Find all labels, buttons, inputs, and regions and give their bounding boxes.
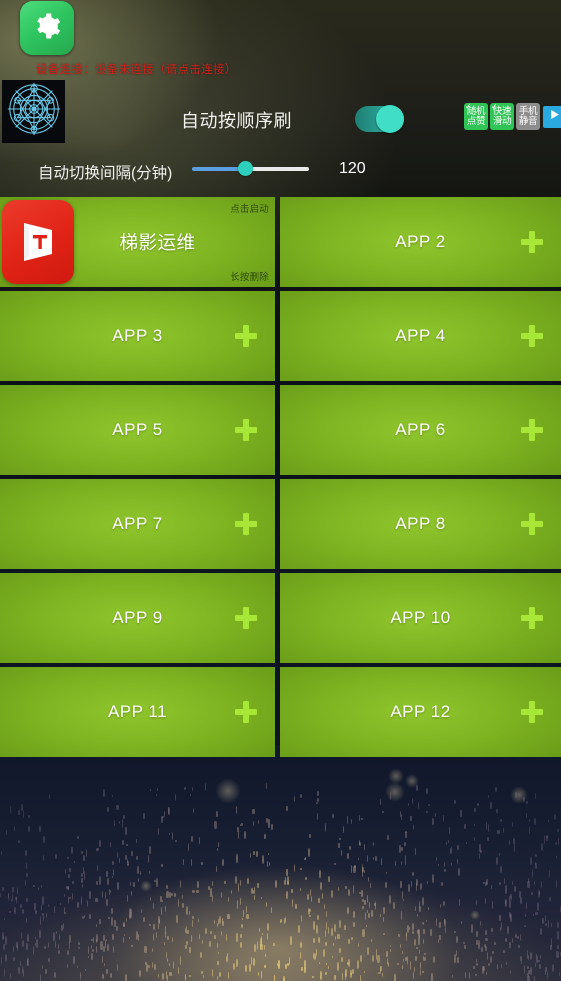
app-card[interactable]: APP 12 — [280, 667, 561, 757]
app-card-label: APP 7 — [112, 514, 163, 533]
play-button[interactable] — [543, 105, 561, 128]
app-card-label: APP 6 — [395, 420, 446, 439]
app-card[interactable]: APP 6 — [280, 385, 561, 475]
badge-line2: 静音 — [518, 115, 538, 127]
app-card-label: APP 3 — [112, 326, 163, 345]
app-grid: 点击启动 长按删除 梯影运维 APP 2 APP 3 APP 4 APP 5 APP 6 APP… — [0, 197, 561, 757]
gear-icon — [32, 11, 62, 46]
auto-sequence-title: 自动按顺序刷 — [181, 111, 292, 131]
interval-slider-row: 自动切换间隔(分钟) 120 — [0, 155, 561, 187]
app-card-label: APP 2 — [395, 232, 446, 251]
check-icon: ✓ — [491, 103, 498, 111]
app-card-label: APP 12 — [390, 702, 451, 721]
badge-line2: 点赞 — [466, 115, 486, 127]
interval-slider[interactable] — [192, 161, 309, 176]
app-card[interactable]: APP 9 — [0, 573, 275, 663]
auto-sequence-toggle[interactable] — [355, 105, 404, 133]
app-card-label: APP 8 — [395, 514, 446, 533]
app-card-label: APP 10 — [390, 608, 451, 627]
app-card[interactable]: APP 5 — [0, 385, 275, 475]
badge-line2: 滑动 — [492, 115, 512, 127]
app-card[interactable]: APP 10 — [280, 573, 561, 663]
app-card[interactable]: APP 2 — [280, 197, 561, 287]
check-icon: ✓ — [465, 103, 472, 111]
toggle-knob — [376, 105, 404, 133]
sparkle-particles — [0, 760, 561, 981]
app-card-label: 梯影运维 — [119, 232, 196, 253]
slider-thumb[interactable] — [237, 161, 253, 176]
badge-fast-swipe[interactable]: ✓ 快速 滑动 — [490, 103, 514, 130]
interval-slider-value: 120 — [339, 160, 366, 177]
play-icon — [548, 108, 561, 126]
settings-gear-app[interactable] — [20, 1, 74, 55]
option-badges: ✓ 随机 点赞 ✓ 快速 滑动 手机 静音 — [464, 103, 561, 130]
compass-icon — [5, 80, 63, 143]
app-card-label: APP 11 — [107, 702, 168, 721]
app-card[interactable]: APP 4 — [280, 291, 561, 381]
app-card-label: APP 4 — [395, 326, 446, 345]
app-card[interactable]: APP 11 — [0, 667, 275, 757]
app-card-label: APP 5 — [112, 420, 163, 439]
app-card-label: APP 9 — [112, 608, 163, 627]
device-connection-status: 设备连接：设备未连接（请点击连接） — [36, 64, 237, 76]
app-card[interactable]: APP 7 — [0, 479, 275, 569]
app-screen: 设备连接：设备未连接（请点击连接） 自动按顺序刷 ✓ 随机 点赞 ✓ 快速 滑动… — [0, 0, 561, 981]
slider-track-filled — [192, 167, 245, 171]
app-card[interactable]: 点击启动 长按删除 梯影运维 — [0, 197, 275, 287]
interval-slider-label: 自动切换间隔(分钟) — [38, 165, 173, 182]
badge-line1: 手机 — [518, 105, 538, 117]
compass-app[interactable] — [2, 80, 65, 143]
app-card[interactable]: APP 8 — [280, 479, 561, 569]
badge-phone-mute[interactable]: 手机 静音 — [516, 103, 540, 130]
slider-track-remaining — [244, 167, 309, 171]
app-card[interactable]: APP 3 — [0, 291, 275, 381]
badge-random-like[interactable]: ✓ 随机 点赞 — [464, 103, 488, 130]
